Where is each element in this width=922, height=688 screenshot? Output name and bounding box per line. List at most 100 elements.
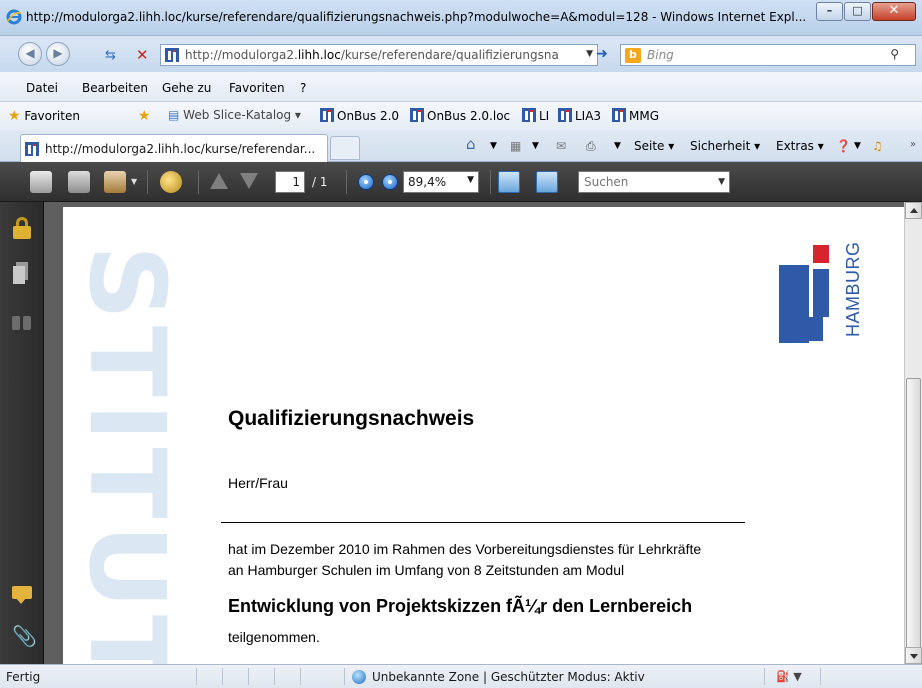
module-title: Entwicklung von Projektskizzen fÃ¼r den … <box>228 596 693 616</box>
sicherheit-menu[interactable]: Sicherheit ▾ <box>690 139 760 153</box>
menu-gehe-zu[interactable]: Gehe zu <box>162 81 211 95</box>
fav-li[interactable]: LI <box>522 108 549 123</box>
menu-datei[interactable]: Datei <box>26 81 58 95</box>
minimize-button[interactable]: – <box>816 2 843 21</box>
participation-text: teilgenommen. <box>228 629 320 645</box>
window-controls: – □ ✕ <box>815 2 916 21</box>
zoom-dropdown-icon[interactable]: ▼ <box>467 175 474 185</box>
mail-icon[interactable]: ✉ <box>556 139 566 153</box>
add-favorite-icon[interactable]: ★ <box>138 108 151 124</box>
help-dropdown-icon[interactable]: ▼ <box>854 141 861 151</box>
feeds-dropdown-icon[interactable]: ▼ <box>532 141 539 151</box>
zoom-in-icon[interactable] <box>382 174 398 190</box>
address-input[interactable]: http://modulorga2.lihh.loc/kurse/referen… <box>160 44 598 66</box>
fav-mmg[interactable]: MMG <box>612 108 659 123</box>
salutation-text: Herr/Frau <box>228 475 288 491</box>
tab-label: http://modulorga2.lihh.loc/kurse/referen… <box>45 142 316 156</box>
page-thumbnails-icon[interactable] <box>12 262 32 284</box>
fav-onbus[interactable]: OnBus 2.0 <box>320 108 399 123</box>
menu-bar: Datei Bearbeiten Gehe zu Favoriten ? <box>0 72 922 102</box>
pdf-print-icon[interactable] <box>30 171 52 193</box>
logo-text: HAMBURG <box>843 241 863 337</box>
status-zoom-icon[interactable]: ⛽ ▼ <box>776 670 802 683</box>
pdf-save-icon[interactable] <box>68 171 90 193</box>
status-divider <box>764 668 765 685</box>
document-title: Qualifizierungsnachweis <box>228 407 475 430</box>
extras-menu[interactable]: Extras ▾ <box>776 139 824 153</box>
search-input[interactable]: Bing ⚲ <box>620 44 916 66</box>
security-lock-icon[interactable] <box>12 217 32 239</box>
overflow-chevron-icon[interactable]: » <box>910 139 916 150</box>
previous-page-icon[interactable] <box>210 173 228 189</box>
feeds-icon[interactable]: ▦ <box>510 139 521 153</box>
scrollbar-thumb[interactable] <box>906 378 921 650</box>
menu-bearbeiten[interactable]: Bearbeiten <box>82 81 148 95</box>
title-bar: http://modulorga2.lihh.loc/kurse/referen… <box>0 0 922 36</box>
li-favicon-icon <box>612 108 626 122</box>
fav-lia3[interactable]: LIA3 <box>558 108 601 123</box>
name-underline <box>221 522 745 523</box>
pdf-share-icon[interactable] <box>104 171 126 193</box>
print-dropdown-icon[interactable]: ▼ <box>614 141 621 151</box>
favorites-button[interactable]: ★ Favoriten <box>8 108 80 124</box>
new-tab-button[interactable] <box>330 136 360 160</box>
tab-row: http://modulorga2.lihh.loc/kurse/referen… <box>0 130 922 162</box>
home-dropdown-icon[interactable]: ▼ <box>490 141 497 151</box>
favorites-bar: ★ Favoriten ★ ▤ Web Slice-Katalog ▾ OnBu… <box>0 102 922 130</box>
back-button[interactable]: ◀ <box>18 42 42 66</box>
pdf-side-panel: 📎 <box>0 202 44 664</box>
pdf-search-input[interactable]: Suchen ▼ <box>578 171 730 193</box>
status-divider <box>222 668 223 685</box>
status-text: Fertig <box>6 670 41 684</box>
address-bar: ◀ ▶ ⇆ ✕ http://modulorga2.lihh.loc/kurse… <box>0 36 922 72</box>
fit-width-icon[interactable] <box>498 171 520 193</box>
toolbar-separator <box>198 170 199 194</box>
forward-button[interactable]: ▶ <box>46 42 70 66</box>
close-button[interactable]: ✕ <box>872 2 916 21</box>
home-icon[interactable]: ⌂ <box>466 135 476 153</box>
stop-icon[interactable]: ✕ <box>136 46 149 64</box>
share-dropdown-icon[interactable]: ▼ <box>131 177 137 186</box>
attachments-paperclip-icon[interactable]: 📎 <box>12 624 37 648</box>
watermark: STITUT <box>81 245 173 664</box>
seite-menu[interactable]: Seite ▾ <box>634 139 674 153</box>
scroll-down-icon[interactable] <box>905 647 922 664</box>
page-number-input[interactable]: 1 <box>275 171 305 193</box>
comments-icon[interactable] <box>12 584 32 606</box>
zoom-value: 89,4% <box>408 175 447 189</box>
zoom-select[interactable]: 89,4% ▼ <box>403 171 479 193</box>
menu-favoriten[interactable]: Favoriten <box>229 81 285 95</box>
body-line-2: an Hamburger Schulen im Umfang von 8 Zei… <box>228 562 625 578</box>
scroll-up-icon[interactable] <box>905 202 922 219</box>
security-zone-text[interactable]: Unbekannte Zone | Geschützter Modus: Akt… <box>372 670 645 684</box>
help-icon[interactable]: ❓ <box>836 139 851 153</box>
binoculars-icon[interactable] <box>12 312 32 334</box>
fav-web-slice[interactable]: ▤ Web Slice-Katalog ▾ <box>168 108 301 122</box>
tab-active[interactable]: http://modulorga2.lihh.loc/kurse/referen… <box>20 134 328 162</box>
bing-logo-icon <box>625 48 641 63</box>
next-page-icon[interactable] <box>240 173 258 189</box>
print-icon[interactable]: ⎙ <box>586 139 596 154</box>
status-divider <box>300 668 301 685</box>
pdf-search-dropdown-icon[interactable]: ▼ <box>718 177 725 187</box>
pdf-toolbar: ▼ 1 / 1 89,4% ▼ Suchen ▼ <box>0 162 922 202</box>
refresh-icon[interactable]: ⇆ <box>105 48 116 63</box>
zoom-out-icon[interactable] <box>358 174 374 190</box>
pdf-document-view[interactable]: STITUT HAMBURG Qualifizierungsnachweis H… <box>44 202 904 664</box>
vertical-scrollbar[interactable] <box>904 202 922 664</box>
toolbar-separator <box>490 170 491 194</box>
go-arrow-icon[interactable]: ➜ <box>592 46 612 64</box>
fit-page-icon[interactable] <box>536 171 558 193</box>
toolbar-separator <box>346 170 347 194</box>
status-divider <box>248 668 249 685</box>
maximize-button[interactable]: □ <box>844 2 871 21</box>
watermark-text: STITUT <box>81 245 173 664</box>
pdf-online-icon[interactable] <box>160 171 182 193</box>
minimize-icon: – <box>826 4 833 17</box>
pdf-page: STITUT HAMBURG Qualifizierungsnachweis H… <box>63 207 904 664</box>
search-icon[interactable]: ⚲ <box>890 47 899 61</box>
fav-onbus-loc[interactable]: OnBus 2.0.loc <box>410 108 510 123</box>
page-icon: ▤ <box>168 108 180 122</box>
menu-help[interactable]: ? <box>300 81 306 95</box>
research-icon[interactable]: ♫ <box>872 139 883 153</box>
